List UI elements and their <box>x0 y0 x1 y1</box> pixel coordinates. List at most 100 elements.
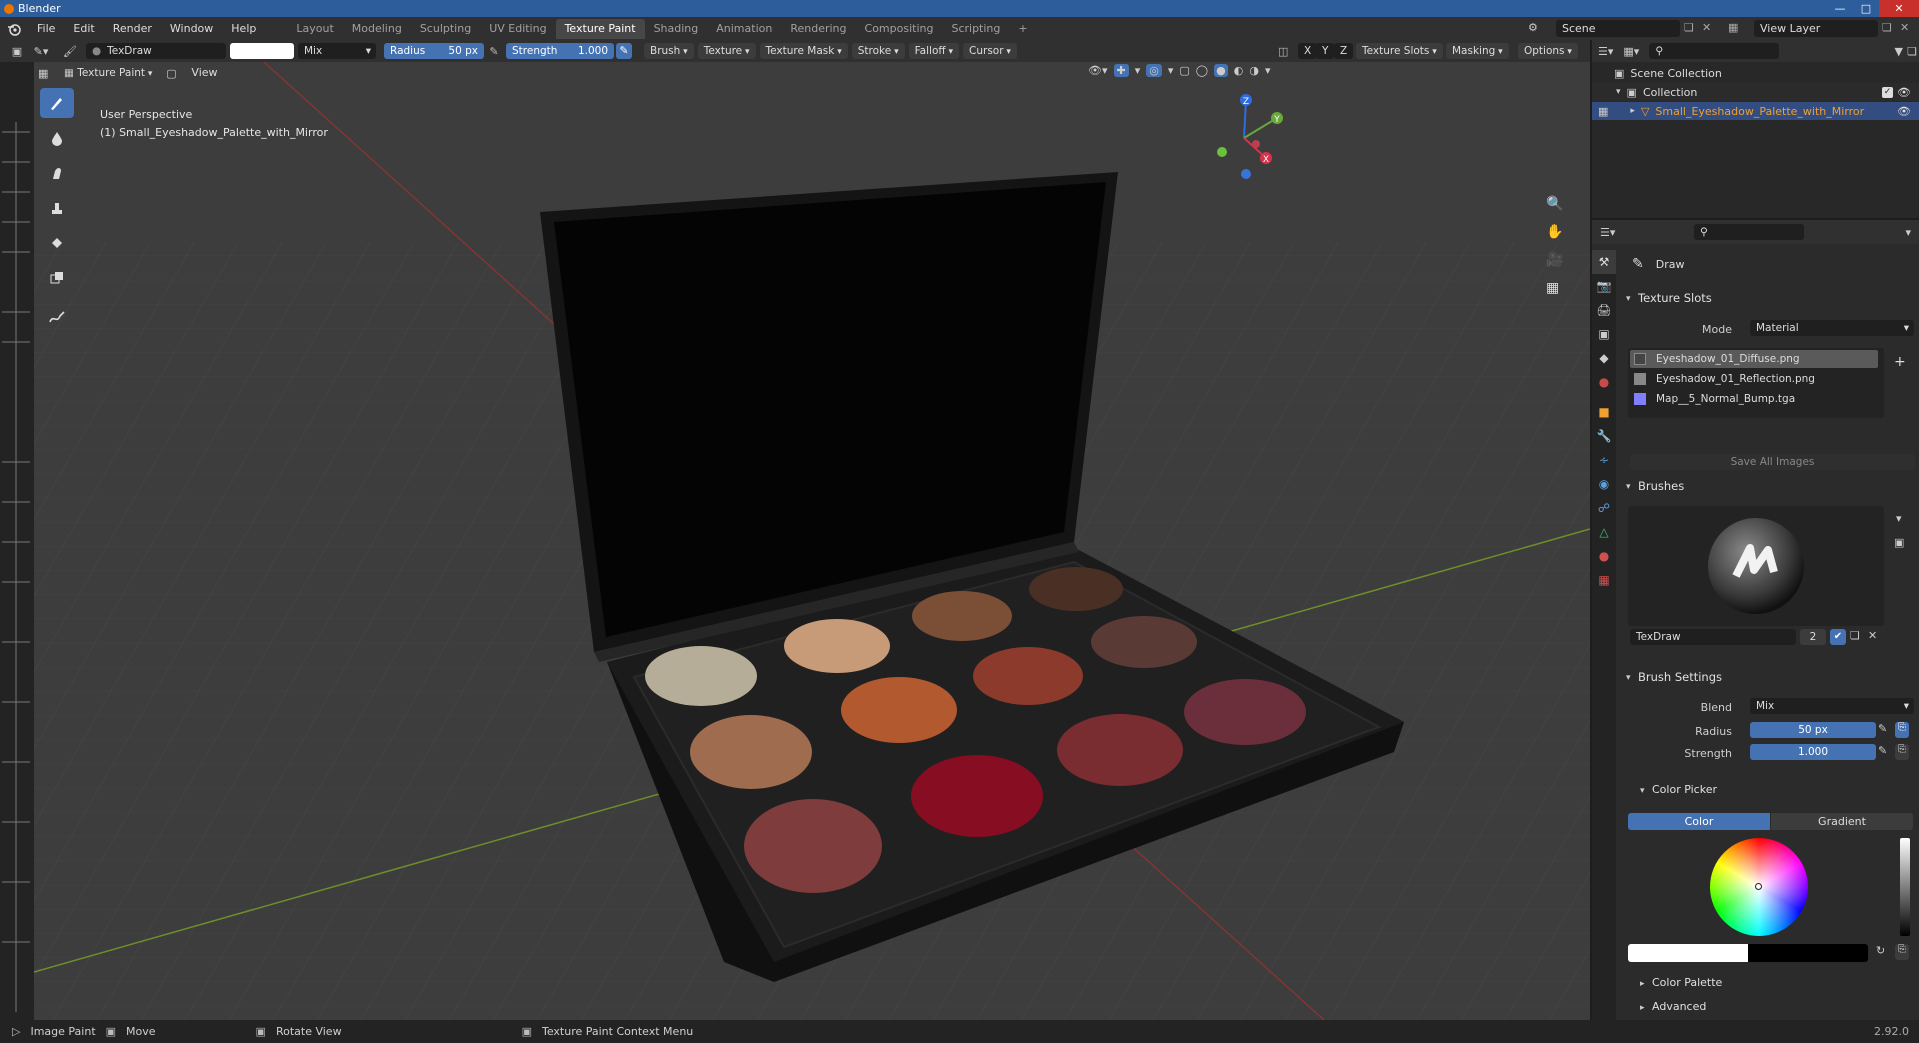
brush-name-field[interactable]: ● TexDraw <box>86 43 226 59</box>
mirror-z-toggle[interactable]: Z <box>1334 43 1354 59</box>
scene-icon[interactable]: ⚙ <box>1528 21 1538 34</box>
cursor-menu[interactable]: Cursor <box>963 43 1017 59</box>
brush-image-icon[interactable]: ▣ <box>1894 536 1904 549</box>
tab-modeling[interactable]: Modeling <box>343 19 411 39</box>
add-texture-slot-icon[interactable]: + <box>1894 354 1906 370</box>
strength-unified-icon[interactable]: ⎘ <box>1895 744 1909 760</box>
tab-rendering[interactable]: Rendering <box>781 19 855 39</box>
menu-render[interactable]: Render <box>104 17 161 40</box>
add-workspace-icon[interactable]: + <box>1009 19 1036 39</box>
strength-pressure-icon[interactable]: ✎ <box>1878 744 1887 757</box>
outliner-row-collection[interactable]: ▾ ▣ Collection ✓ 👁 <box>1592 83 1919 101</box>
tab-world[interactable]: ● <box>1592 370 1616 394</box>
camera-view-icon[interactable]: 🎥 <box>1546 252 1563 268</box>
color-unified-icon[interactable]: ⎘ <box>1895 944 1909 960</box>
xray-toggle-icon[interactable]: ▢ <box>1179 64 1189 77</box>
outliner-editor-icon[interactable]: ☰▾ <box>1598 45 1613 58</box>
scene-selector[interactable]: Scene <box>1556 20 1680 37</box>
falloff-menu[interactable]: Falloff <box>908 43 960 59</box>
radius-pressure-icon[interactable]: ✎ <box>486 45 502 58</box>
outliner-row-object[interactable]: ▦ ▸ ▽ Small_Eyeshadow_Palette_with_Mirro… <box>1592 102 1919 120</box>
mask-toggle-icon[interactable]: ▢ <box>160 67 182 80</box>
panel-collapse-icon[interactable]: ▾ <box>1626 294 1631 304</box>
properties-search-input[interactable]: ⚲ <box>1694 224 1804 240</box>
tab-constraints[interactable]: ☍ <box>1592 496 1616 520</box>
radius-slider[interactable]: Radius 50 px <box>384 43 484 59</box>
blend-dropdown[interactable]: Mix ▾ <box>298 43 376 59</box>
outliner-row-scene-collection[interactable]: ▣ Scene Collection <box>1592 64 1919 82</box>
options-menu[interactable]: Options <box>1518 43 1578 59</box>
view-menu[interactable]: View <box>182 64 226 82</box>
object-visibility-icon[interactable]: 👁 <box>1897 105 1911 118</box>
soften-tool[interactable] <box>40 123 74 153</box>
brush-preview-dropdown-icon[interactable]: ▾ <box>1896 512 1902 525</box>
strength-pressure-icon[interactable]: ✎ <box>616 43 632 59</box>
overlays-toggle-icon[interactable]: ◎ <box>1146 64 1162 77</box>
visibility-icon[interactable]: 👁▾ <box>1088 64 1108 77</box>
properties-options-icon[interactable]: ▾ <box>1905 226 1911 239</box>
zoom-icon[interactable]: 🔍 <box>1546 196 1563 212</box>
color-tab[interactable]: Color <box>1628 813 1770 830</box>
panel-collapse-icon[interactable]: ▾ <box>1626 673 1631 683</box>
tab-compositing[interactable]: Compositing <box>856 19 943 39</box>
solid-shading-icon[interactable]: ● <box>1214 64 1228 77</box>
brush-strength-slider[interactable]: 1.000 <box>1750 744 1876 760</box>
subpanel-expand-icon[interactable]: ▸ <box>1640 979 1645 989</box>
radius-pressure-icon[interactable]: ✎ <box>1878 722 1887 735</box>
collection-checkbox[interactable]: ✓ <box>1882 86 1893 98</box>
brush-users-count[interactable]: 2 <box>1800 629 1826 645</box>
secondary-color-swatch[interactable] <box>1748 944 1868 962</box>
display-mode-icon[interactable]: ▦▾ <box>1623 45 1639 58</box>
brush-menu[interactable]: Brush <box>644 43 694 59</box>
texture-mask-menu[interactable]: Texture Mask <box>759 43 848 59</box>
filter-icon[interactable]: ▼ <box>1895 45 1903 58</box>
primary-color-swatch[interactable] <box>1628 944 1748 962</box>
color-wheel[interactable] <box>1710 838 1808 936</box>
minimize-icon[interactable]: — <box>1827 0 1853 17</box>
tab-particles[interactable]: ∻ <box>1592 448 1616 472</box>
wireframe-shading-icon[interactable]: ◯ <box>1196 64 1208 77</box>
tab-tool[interactable]: ⚒ <box>1592 250 1616 274</box>
material-shading-icon[interactable]: ◐ <box>1234 64 1244 77</box>
3d-viewport[interactable]: User Perspective (1) Small_Eyeshadow_Pal… <box>34 62 1590 1020</box>
tab-texture-paint[interactable]: Texture Paint <box>555 18 645 39</box>
expand-arrow-icon[interactable]: ▸ <box>1630 106 1635 116</box>
mask-tool[interactable] <box>40 263 74 293</box>
color-wheel-cursor[interactable] <box>1755 883 1762 890</box>
view-layer-icon[interactable]: ▦ <box>1728 21 1738 34</box>
brush-radius-slider[interactable]: 50 px <box>1750 722 1876 738</box>
view-layer-selector[interactable]: View Layer <box>1754 20 1878 37</box>
texture-slot-row-1[interactable]: Eyeshadow_01_Diffuse.png <box>1630 350 1878 368</box>
tab-physics[interactable]: ◉ <box>1592 472 1616 496</box>
annotate-tool[interactable] <box>40 303 74 333</box>
blender-menu-icon[interactable] <box>0 22 28 36</box>
shading-options-icon[interactable]: ▾ <box>1265 64 1271 77</box>
maximize-icon[interactable]: □ <box>1853 0 1879 17</box>
new-view-layer-icon[interactable]: ❏ <box>1882 21 1892 34</box>
brush-fake-user-icon[interactable]: ● <box>92 45 101 57</box>
tab-layout[interactable]: Layout <box>287 19 342 39</box>
gizmo-toggle-icon[interactable]: ✚ <box>1113 64 1129 77</box>
strength-slider[interactable]: Strength 1.000 <box>506 43 614 59</box>
properties-editor-icon[interactable]: ☰▾ <box>1600 226 1615 239</box>
viewport-editor-icon[interactable]: ▦ <box>38 67 56 80</box>
collection-visibility-icon[interactable]: 👁 <box>1897 86 1911 99</box>
tab-shading[interactable]: Shading <box>645 19 708 39</box>
delete-view-layer-icon[interactable]: ✕ <box>1900 21 1909 34</box>
tab-animation[interactable]: Animation <box>707 19 781 39</box>
mirror-x-toggle[interactable]: X <box>1298 43 1318 59</box>
radius-unit-icon[interactable]: ⎘ <box>1895 722 1909 738</box>
new-scene-icon[interactable]: ❏ <box>1684 21 1694 34</box>
stroke-menu[interactable]: Stroke <box>851 43 905 59</box>
tab-data[interactable]: △ <box>1592 520 1616 544</box>
texture-slot-row-3[interactable]: Map__5_Normal_Bump.tga <box>1630 390 1878 408</box>
subpanel-expand-icon[interactable]: ▸ <box>1640 1003 1645 1013</box>
pan-hand-icon[interactable]: ✋ <box>1546 224 1563 240</box>
duplicate-brush-icon[interactable]: ❏ <box>1850 629 1860 642</box>
outliner-search-input[interactable]: ⚲ <box>1649 43 1780 59</box>
close-icon[interactable]: ✕ <box>1879 0 1919 17</box>
rendered-shading-icon[interactable]: ◑ <box>1249 64 1259 77</box>
editor-type-icon[interactable]: ▣ <box>8 45 26 58</box>
menu-edit[interactable]: Edit <box>64 17 103 40</box>
value-slider[interactable] <box>1900 838 1910 936</box>
